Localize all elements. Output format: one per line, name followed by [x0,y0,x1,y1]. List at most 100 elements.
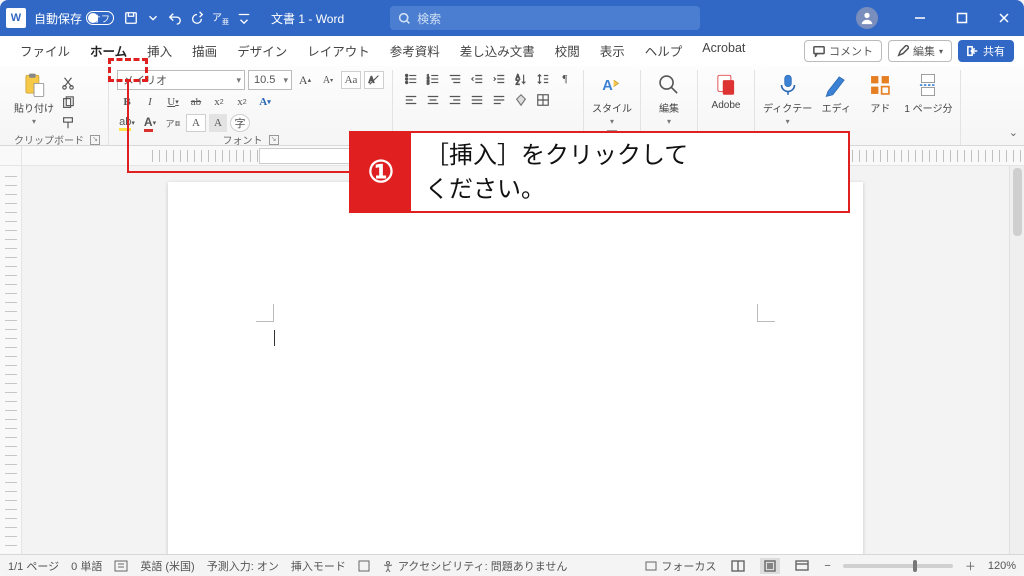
pagebreak-button[interactable]: 1 ページ分 [904,70,952,115]
align-right-icon[interactable] [445,91,465,109]
tab-mailings[interactable]: 差し込み文書 [450,35,545,68]
tab-view[interactable]: 表示 [590,35,635,68]
change-case-icon[interactable]: Aa [341,71,361,89]
cut-icon[interactable] [58,74,78,92]
zoom-in-icon[interactable]: ＋ [965,558,976,574]
quick-access-toolbar: ア亜 [124,9,251,27]
justify-icon[interactable] [467,91,487,109]
underline-button[interactable]: U▾ [163,93,183,111]
dictate-button[interactable]: ディクテー▾ [763,70,812,126]
status-page[interactable]: 1/1 ページ [8,558,59,574]
font-color-icon[interactable]: A▾ [140,114,160,132]
status-accessibility[interactable]: アクセシビリティ: 問題ありません [382,558,568,574]
clipboard-dialog-launcher[interactable]: ↘ [90,135,100,145]
addins-button[interactable]: アド [860,70,900,115]
status-words[interactable]: 0 単語 [71,558,102,574]
view-print-icon[interactable] [760,558,780,574]
tab-references[interactable]: 参考資料 [380,35,450,68]
vertical-scrollbar[interactable] [1009,166,1024,554]
close-button[interactable] [990,4,1018,32]
paste-button[interactable]: 貼り付け▾ [14,70,54,126]
search-box[interactable]: 検索 [390,6,700,30]
multilevel-list-icon[interactable] [445,70,465,88]
status-macro-icon[interactable] [358,560,370,572]
status-language[interactable]: 英語 (米国) [140,558,194,574]
char-shading-icon[interactable]: A [209,114,227,132]
char-border-icon[interactable]: A [186,114,206,132]
bullets-icon[interactable] [401,70,421,88]
shading-icon[interactable] [511,91,531,109]
grow-font-icon[interactable]: A▴ [295,71,315,89]
editor-button[interactable]: エディ [816,70,856,115]
text-effects-icon[interactable]: A▾ [255,93,275,111]
clear-format-icon[interactable]: A [364,71,384,89]
annotation-text: ［挿入］をクリックして ください。 [411,133,848,211]
tab-layout[interactable]: レイアウト [297,35,380,68]
tab-file[interactable]: ファイル [10,35,80,68]
save-icon[interactable] [124,11,138,25]
tab-draw[interactable]: 描画 [182,35,227,68]
tab-design[interactable]: デザイン [227,35,297,68]
highlight-color-icon[interactable]: ab▾ [117,114,137,132]
autosave-pill[interactable]: オフ [86,11,114,25]
tab-acrobat[interactable]: Acrobat [692,35,755,68]
find-button[interactable]: 編集▾ [649,70,689,126]
subscript-button[interactable]: x2 [209,93,229,111]
redo-icon[interactable] [190,11,204,25]
svg-text:3: 3 [427,80,430,85]
status-insertmode[interactable]: 挿入モード [291,558,346,574]
phonetic-guide-icon[interactable]: ア亜 [163,114,183,132]
svg-text:Z: Z [516,79,520,86]
show-marks-icon[interactable]: ¶ [555,70,575,88]
font-size-combo[interactable]: 10.5 [248,70,292,90]
tab-review[interactable]: 校閲 [545,35,590,68]
align-left-icon[interactable] [401,91,421,109]
tab-home[interactable]: ホーム [80,35,137,68]
status-focus[interactable]: フォーカス [645,558,716,574]
view-read-icon[interactable] [728,558,748,574]
decrease-indent-icon[interactable] [467,70,487,88]
align-center-icon[interactable] [423,91,443,109]
zoom-out-icon[interactable]: − [824,560,830,572]
qat-dropdown-icon[interactable] [146,11,160,25]
undo-icon[interactable] [168,11,182,25]
vertical-ruler[interactable] [0,166,22,554]
editing-mode-button[interactable]: 編集▾ [888,40,952,62]
minimize-button[interactable] [906,4,934,32]
borders-icon[interactable] [533,91,553,109]
italic-button[interactable]: I [140,93,160,111]
comments-button[interactable]: コメント [804,40,882,62]
styles-button[interactable]: A スタイル▾ [592,70,632,126]
view-web-icon[interactable] [792,558,812,574]
linespacing-icon[interactable] [533,70,553,88]
tab-help[interactable]: ヘルプ [635,35,693,68]
account-avatar[interactable] [856,7,878,29]
fontsize-shortcut-icon[interactable]: ア亜 [212,9,229,27]
strikethrough-button[interactable]: ab [186,93,206,111]
document-page[interactable] [168,182,863,554]
enclose-char-icon[interactable]: 字 [230,114,250,132]
zoom-slider[interactable] [843,564,953,568]
ribbon-collapse-icon[interactable]: ⌄ [1009,126,1018,139]
share-button[interactable]: 共有 [958,40,1014,62]
numbering-icon[interactable]: 123 [423,70,443,88]
autosave-toggle[interactable]: 自動保存 オフ [34,10,114,27]
format-painter-icon[interactable] [58,114,78,132]
font-dialog-launcher[interactable]: ↘ [269,135,279,145]
sort-icon[interactable]: AZ [511,70,531,88]
superscript-button[interactable]: x2 [232,93,252,111]
maximize-button[interactable] [948,4,976,32]
status-spell-icon[interactable] [114,560,128,572]
status-predict[interactable]: 予測入力: オン [207,558,279,574]
distribute-icon[interactable] [489,91,509,109]
copy-icon[interactable] [58,94,78,112]
svg-text:A: A [602,78,613,94]
increase-indent-icon[interactable] [489,70,509,88]
shrink-font-icon[interactable]: A▾ [318,71,338,89]
tab-insert[interactable]: 挿入 [137,35,182,68]
adobe-button[interactable]: Adobe [706,70,746,111]
bold-button[interactable]: B [117,93,137,111]
font-name-combo[interactable]: メイリオ [117,70,245,90]
qat-customize-icon[interactable] [237,11,251,25]
zoom-level[interactable]: 120% [988,560,1016,572]
